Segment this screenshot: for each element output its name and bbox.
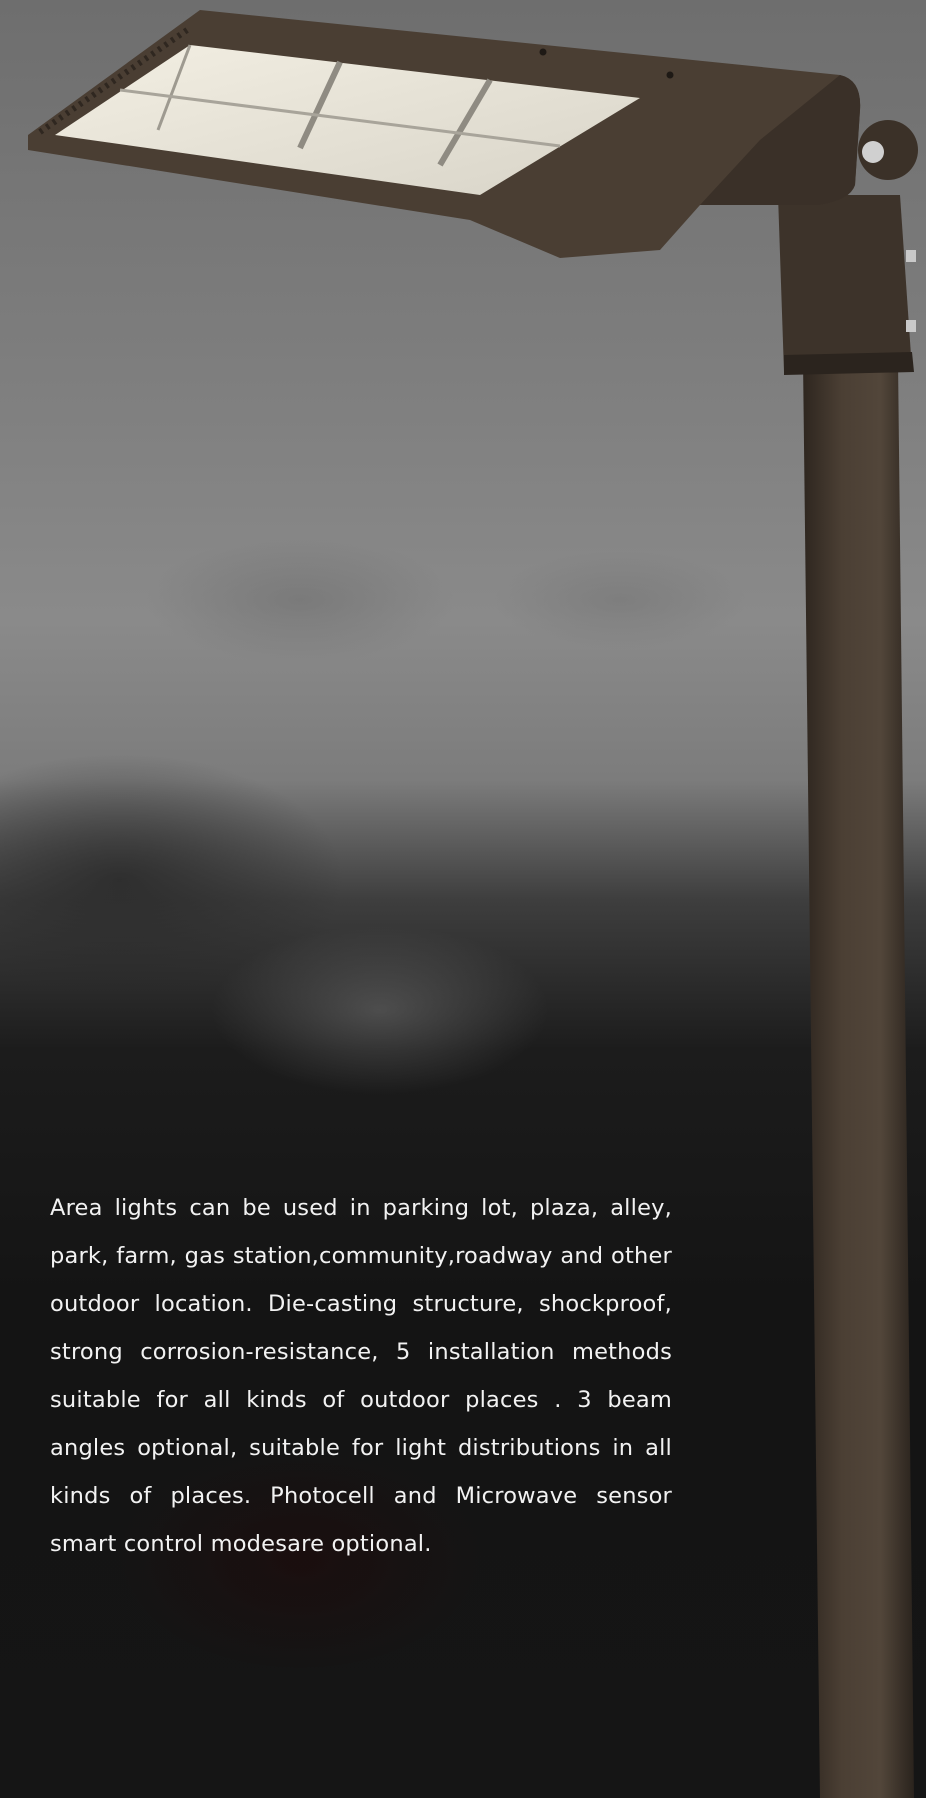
product-description: Area lights can be used in parking lot, …: [50, 1195, 672, 1557]
pole: [803, 360, 914, 1798]
mount-bracket: [778, 195, 912, 372]
